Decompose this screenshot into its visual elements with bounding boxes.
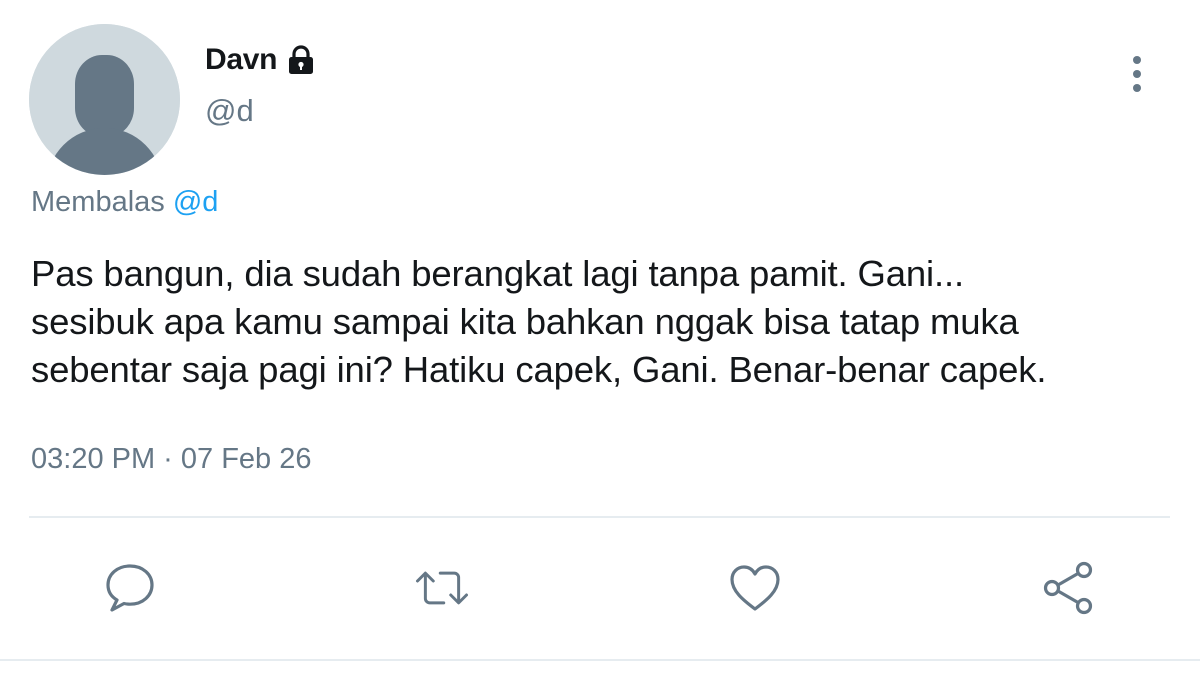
- heart-icon: [730, 565, 780, 611]
- reply-context: Membalas @d: [31, 186, 218, 219]
- reply-prefix: Membalas: [31, 186, 165, 218]
- reply-button[interactable]: [102, 560, 158, 616]
- more-options-button[interactable]: [1117, 50, 1157, 98]
- comment-icon: [106, 564, 154, 612]
- retweet-icon: [416, 571, 468, 605]
- divider: [29, 516, 1170, 518]
- author-name-row: Davn: [205, 40, 317, 80]
- avatar[interactable]: [29, 24, 180, 175]
- share-icon: [1043, 561, 1093, 615]
- lock-icon: [285, 45, 317, 75]
- author-handle[interactable]: @d: [205, 93, 254, 129]
- bottom-divider: [0, 659, 1200, 661]
- tweet-timestamp[interactable]: 03:20 PM · 07 Feb 26: [31, 443, 312, 476]
- default-avatar-icon: [29, 24, 180, 175]
- tweet-text: Pas bangun, dia sudah berangkat lagi tan…: [31, 253, 1047, 390]
- author-display-name[interactable]: Davn: [205, 43, 277, 77]
- reply-handle-link[interactable]: @d: [173, 186, 219, 218]
- share-button[interactable]: [1041, 560, 1097, 616]
- more-vertical-icon: [1133, 56, 1141, 92]
- retweet-button[interactable]: [414, 560, 470, 616]
- like-button[interactable]: [727, 560, 783, 616]
